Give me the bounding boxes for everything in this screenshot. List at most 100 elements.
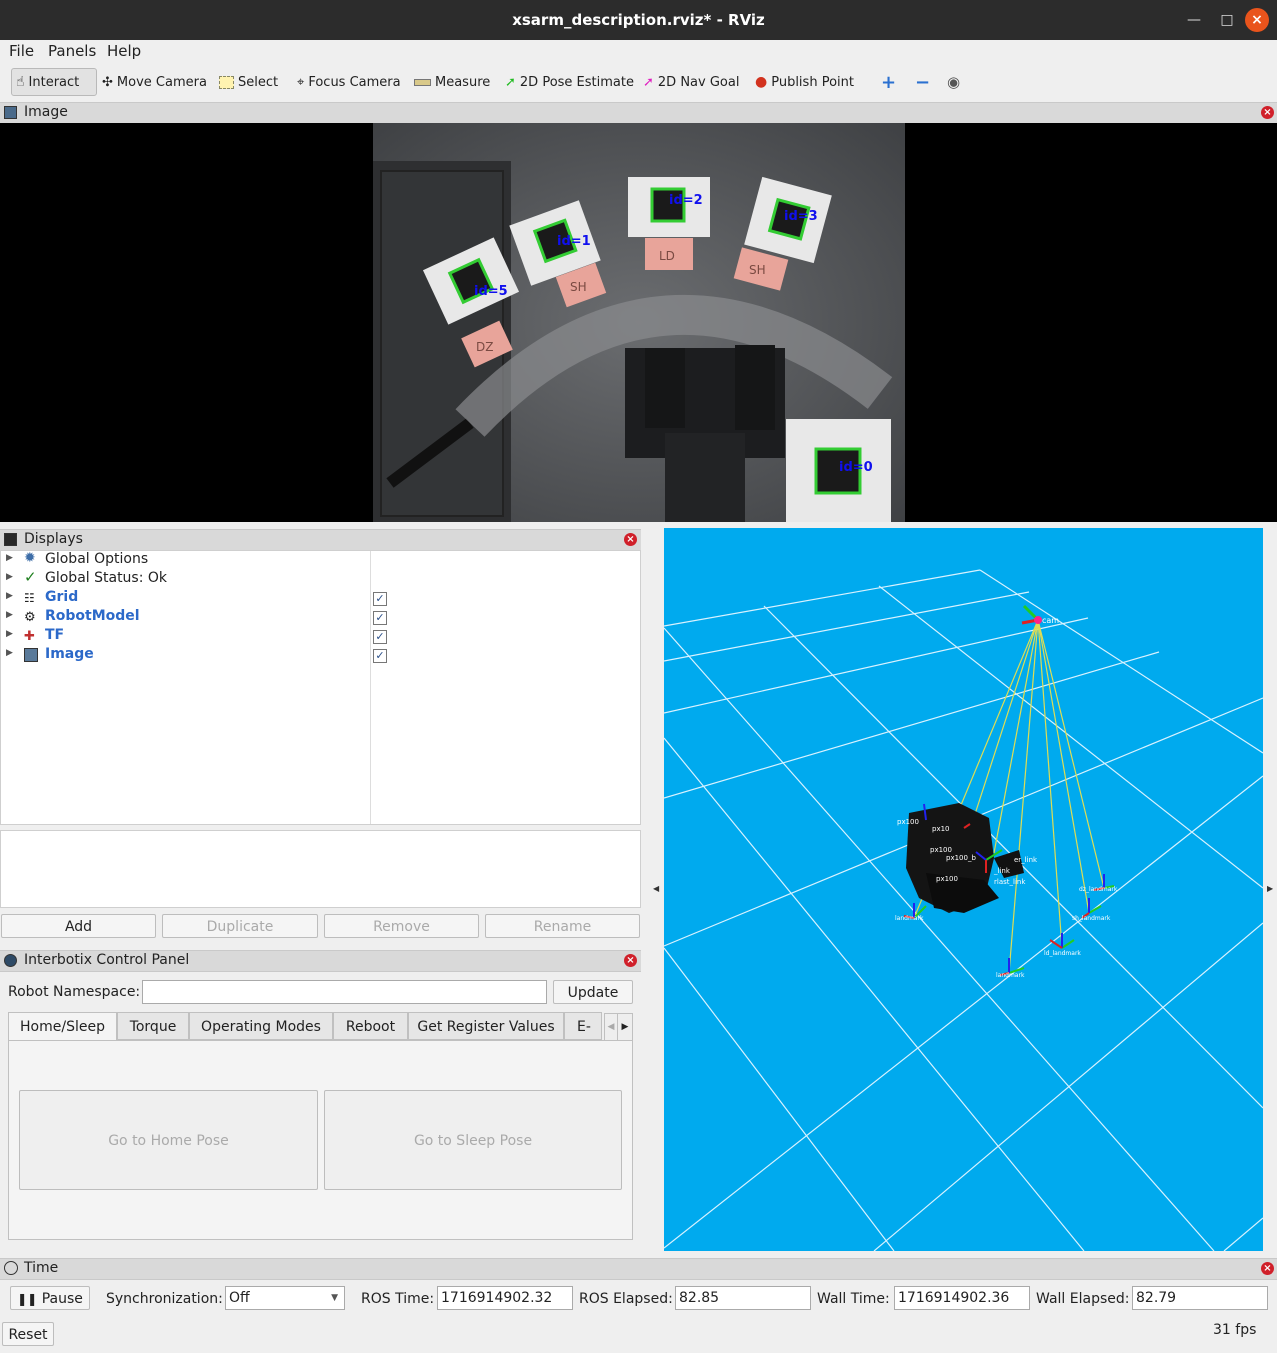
- pose-estimate-label: 2D Pose Estimate: [519, 74, 634, 90]
- tree-item-grid[interactable]: ▶ ☷ Grid: [0, 589, 370, 608]
- time-panel-close-icon[interactable]: ×: [1261, 1262, 1274, 1275]
- tab-e-stop[interactable]: E-St: [564, 1012, 602, 1040]
- image-checkbox[interactable]: ✓: [373, 649, 387, 663]
- displays-close-icon[interactable]: ×: [624, 533, 637, 546]
- expand-arrow-icon[interactable]: ▶: [6, 648, 13, 658]
- tab-get-register-values[interactable]: Get Register Values: [408, 1012, 564, 1040]
- tree-item-global-options[interactable]: ▶ ✹ Global Options: [0, 550, 370, 570]
- focus-camera-label: Focus Camera: [308, 74, 401, 90]
- select-tool[interactable]: Select: [215, 68, 282, 96]
- add-button[interactable]: Add: [1, 914, 156, 938]
- image-panel-icon: [4, 106, 17, 119]
- move-camera-tool[interactable]: ✣ Move Camera: [98, 68, 211, 96]
- checkmark-icon: ✓: [24, 568, 37, 586]
- tab-scroll-left-icon[interactable]: ◀: [604, 1013, 618, 1041]
- reset-button[interactable]: Reset: [2, 1322, 54, 1346]
- svg-text:_link: _link: [993, 867, 1011, 875]
- grid-checkbox[interactable]: ✓: [373, 592, 387, 606]
- ros-elapsed-field[interactable]: 82.85: [675, 1286, 811, 1310]
- go-to-home-pose-button[interactable]: Go to Home Pose: [19, 1090, 318, 1190]
- expand-arrow-icon[interactable]: ▶: [6, 591, 13, 601]
- tree-item-label: Global Options: [45, 551, 149, 567]
- control-panel-close-icon[interactable]: ×: [624, 954, 637, 967]
- tree-item-tf[interactable]: ▶ ✚ TF: [0, 627, 370, 646]
- time-panel-header: Time ×: [0, 1258, 1277, 1280]
- remove-button[interactable]: Remove: [324, 914, 479, 938]
- wall-elapsed-field[interactable]: 82.79: [1132, 1286, 1268, 1310]
- nav-goal-label: 2D Nav Goal: [657, 74, 740, 90]
- eye-icon[interactable]: ◉: [943, 68, 964, 96]
- focus-camera-icon: ⌖: [297, 74, 305, 90]
- green-arrow-icon: ➚: [505, 74, 516, 90]
- svg-text:landmark: landmark: [895, 915, 924, 922]
- tab-operating-modes[interactable]: Operating Modes: [189, 1012, 333, 1040]
- svg-text:ld_landmark: ld_landmark: [1044, 950, 1081, 957]
- svg-text:px100_b: px100_b: [946, 854, 976, 862]
- ros-time-field[interactable]: 1716914902.32: [437, 1286, 573, 1310]
- duplicate-button[interactable]: Duplicate: [162, 914, 318, 938]
- minimize-icon[interactable]: —: [1182, 8, 1206, 32]
- expand-arrow-icon[interactable]: ▶: [6, 572, 13, 582]
- tree-item-label: TF: [45, 627, 65, 643]
- image-panel-close-icon[interactable]: ×: [1261, 106, 1274, 119]
- pose-estimate-tool[interactable]: ➚ 2D Pose Estimate: [501, 68, 638, 96]
- expand-arrow-icon[interactable]: ▶: [6, 629, 13, 639]
- menu-panels[interactable]: Panels: [48, 42, 96, 60]
- display-description-box: [0, 830, 641, 908]
- marker-label: id=0: [839, 460, 873, 475]
- axes-icon: ✚: [24, 629, 35, 644]
- aruco-marker-2: id=2: [628, 177, 710, 237]
- wall-elapsed-label: Wall Elapsed:: [1036, 1291, 1130, 1307]
- expand-arrow-icon[interactable]: ▶: [6, 553, 13, 563]
- tree-item-image[interactable]: ▶ Image: [0, 646, 370, 665]
- svg-text:px100: px100: [936, 875, 958, 883]
- robotmodel-checkbox[interactable]: ✓: [373, 611, 387, 625]
- splitter-left-arrow-icon[interactable]: ◀: [653, 884, 659, 893]
- measure-tool[interactable]: Measure: [410, 68, 494, 96]
- tree-item-global-status[interactable]: ▶ ✓ Global Status: Ok: [0, 568, 370, 589]
- map-pin-icon: ●: [755, 74, 768, 90]
- 3d-viewport[interactable]: cam px100 px10 px100 px100 px100_b er_li…: [664, 528, 1263, 1251]
- tree-item-label: RobotModel: [45, 608, 140, 624]
- tab-scroll-right-icon[interactable]: ▶: [617, 1013, 633, 1041]
- remove-tool-icon[interactable]: −: [911, 68, 934, 96]
- displays-title: Displays: [24, 531, 83, 547]
- maximize-icon[interactable]: □: [1215, 8, 1239, 32]
- close-icon[interactable]: ×: [1245, 8, 1269, 32]
- interact-label: Interact: [28, 74, 80, 90]
- interact-tool[interactable]: ☝ Interact: [11, 68, 97, 96]
- svg-text:px10: px10: [932, 825, 950, 833]
- pause-button[interactable]: ❚❚ Pause: [10, 1286, 90, 1310]
- svg-text:sh_landmark: sh_landmark: [1072, 915, 1111, 922]
- menubar: File Panels Help: [0, 40, 1277, 62]
- tab-home-sleep[interactable]: Home/Sleep: [8, 1012, 117, 1042]
- pause-label: Pause: [41, 1291, 83, 1307]
- tab-reboot[interactable]: Reboot: [333, 1012, 408, 1040]
- menu-file[interactable]: File: [9, 42, 34, 60]
- tree-item-label: Image: [45, 646, 94, 662]
- namespace-input[interactable]: [142, 980, 547, 1004]
- tab-torque[interactable]: Torque: [117, 1012, 189, 1040]
- magenta-arrow-icon: ➚: [643, 74, 654, 90]
- menu-help[interactable]: Help: [107, 42, 141, 60]
- tree-item-robotmodel[interactable]: ▶ ⚙ RobotModel: [0, 608, 370, 627]
- 3d-scene: cam px100 px10 px100 px100 px100_b er_li…: [664, 569, 1263, 1251]
- go-to-sleep-pose-button[interactable]: Go to Sleep Pose: [324, 1090, 622, 1190]
- focus-camera-tool[interactable]: ⌖ Focus Camera: [293, 68, 405, 96]
- tree-item-label: Grid: [45, 589, 79, 605]
- rename-button[interactable]: Rename: [485, 914, 640, 938]
- splitter-right-arrow-icon[interactable]: ▶: [1267, 884, 1273, 893]
- nav-goal-tool[interactable]: ➚ 2D Nav Goal: [639, 68, 743, 96]
- publish-point-tool[interactable]: ● Publish Point: [751, 68, 858, 96]
- wall-time-field[interactable]: 1716914902.36: [894, 1286, 1030, 1310]
- sync-select[interactable]: Off ▼: [225, 1286, 345, 1310]
- update-button[interactable]: Update: [553, 980, 633, 1004]
- add-tool-icon[interactable]: +: [877, 68, 900, 96]
- namespace-label: Robot Namespace:: [8, 984, 141, 1000]
- svg-text:SH: SH: [749, 263, 766, 277]
- tf-checkbox[interactable]: ✓: [373, 630, 387, 644]
- marker-label: id=5: [474, 284, 508, 299]
- image-panel-header: Image ×: [0, 102, 1277, 124]
- expand-arrow-icon[interactable]: ▶: [6, 610, 13, 620]
- clock-icon: [4, 1261, 18, 1275]
